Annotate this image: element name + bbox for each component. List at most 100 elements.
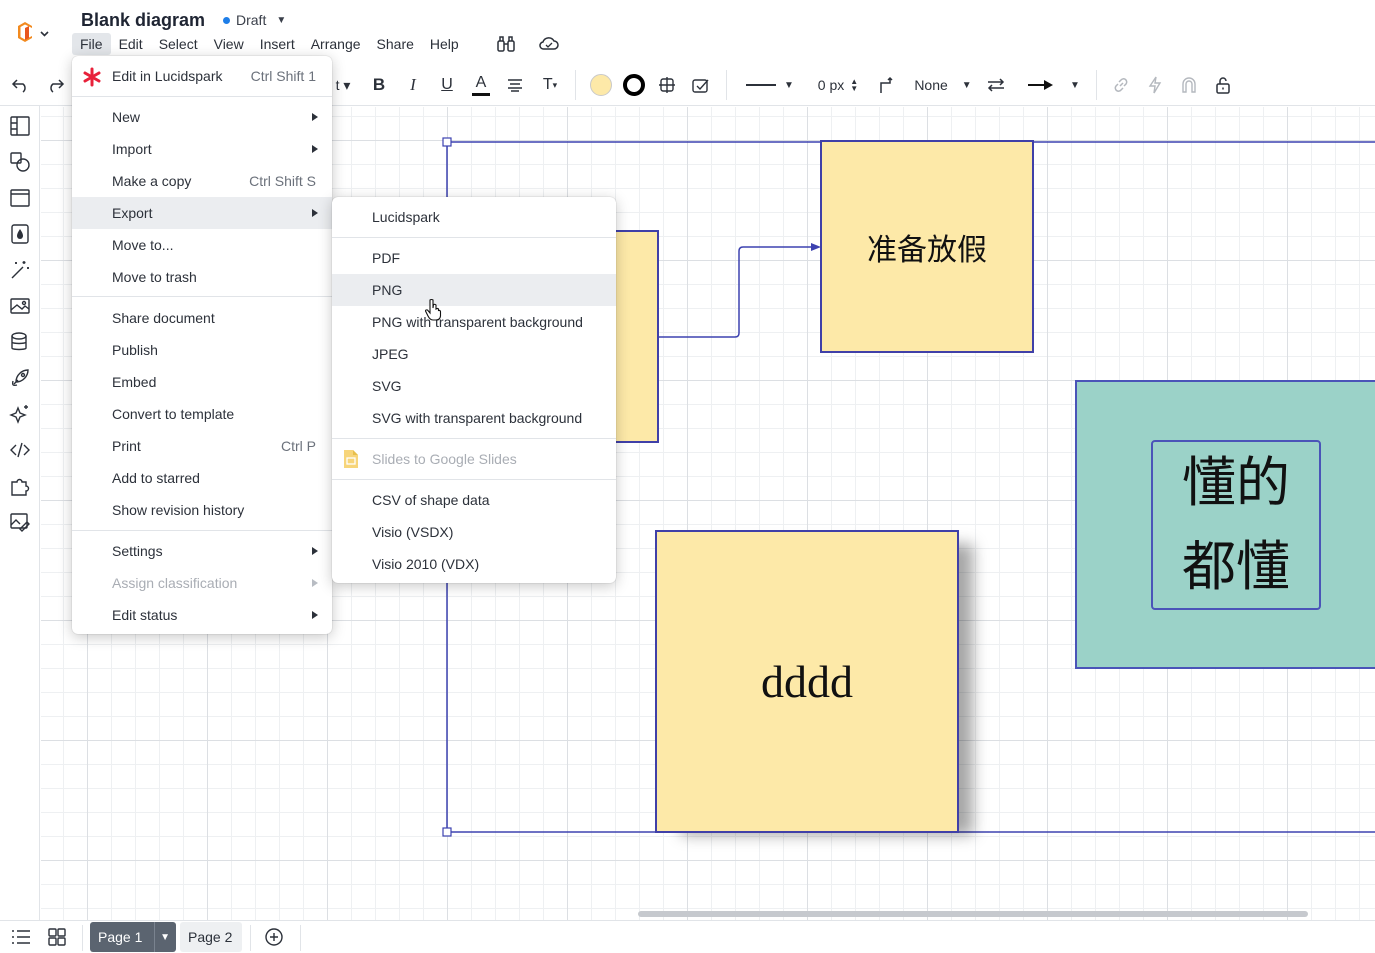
export-item-jpeg[interactable]: JPEG <box>332 338 616 370</box>
export-item-vsdx[interactable]: Visio (VSDX) <box>332 516 616 548</box>
menu-file[interactable]: File <box>72 33 111 55</box>
shapes-icon[interactable] <box>8 150 32 174</box>
horizontal-scrollbar[interactable] <box>638 911 1308 917</box>
menu-item-settings[interactable]: Settings <box>72 535 332 567</box>
rocket-icon[interactable] <box>8 366 32 390</box>
bold-icon[interactable]: B <box>368 64 390 106</box>
add-page-icon[interactable] <box>264 927 284 947</box>
fill-color-swatch[interactable] <box>588 64 614 106</box>
sticky-note-vacation[interactable]: 准备放假 <box>820 140 1034 353</box>
lock-icon[interactable] <box>1212 64 1234 106</box>
text-color-icon[interactable]: A <box>470 64 492 106</box>
document-title[interactable]: Blank diagram <box>81 10 205 31</box>
submenu-arrow-icon <box>312 611 318 619</box>
menu-separator <box>72 296 332 297</box>
teal-container-shape[interactable]: 懂的 都懂 <box>1075 380 1375 669</box>
menu-item-add-to-starred[interactable]: Add to starred <box>72 462 332 494</box>
endpoint-start-dropdown[interactable]: None ▼ <box>910 64 976 106</box>
export-item-png-transparent[interactable]: PNG with transparent background <box>332 306 616 338</box>
page-bar-divider <box>300 925 301 951</box>
underline-icon[interactable]: U <box>436 64 458 106</box>
export-item-lucidspark[interactable]: Lucidspark <box>332 201 616 233</box>
style-panel-icon[interactable] <box>689 64 713 106</box>
menu-item-make-a-copy[interactable]: Make a copy Ctrl Shift S <box>72 165 332 197</box>
menu-share[interactable]: Share <box>369 33 422 55</box>
layout-panel-icon[interactable] <box>8 114 32 138</box>
sparkle-ai-icon[interactable] <box>8 402 32 426</box>
line-style-dropdown[interactable]: ▼ <box>742 64 798 106</box>
grid-view-icon[interactable] <box>47 928 67 946</box>
submenu-arrow-icon <box>312 113 318 121</box>
export-item-png[interactable]: PNG <box>332 274 616 306</box>
export-item-vdx[interactable]: Visio 2010 (VDX) <box>332 548 616 580</box>
menu-item-assign-classification: Assign classification <box>72 567 332 599</box>
tab-page-2[interactable]: Page 2 <box>180 922 242 952</box>
cloud-sync-icon[interactable] <box>538 34 560 54</box>
italic-icon[interactable]: I <box>402 64 424 106</box>
shape-options-icon[interactable] <box>655 64 679 106</box>
binoculars-icon[interactable] <box>495 34 517 54</box>
menu-item-move-to[interactable]: Move to... <box>72 229 332 261</box>
toolbar-divider <box>575 70 576 100</box>
align-center-icon[interactable] <box>504 64 526 106</box>
menu-label: Edit in Lucidspark <box>112 68 223 84</box>
endpoint-end-dropdown[interactable]: ▼ <box>1020 64 1086 106</box>
line-shape-icon[interactable] <box>876 64 900 106</box>
document-status[interactable]: Draft ▼ <box>223 12 286 28</box>
export-item-svg-transparent[interactable]: SVG with transparent background <box>332 402 616 434</box>
menu-item-share-document[interactable]: Share document <box>72 302 332 334</box>
menu-label: Print <box>112 438 141 454</box>
menu-item-convert-to-template[interactable]: Convert to template <box>72 398 332 430</box>
export-item-csv[interactable]: CSV of shape data <box>332 484 616 516</box>
code-icon[interactable] <box>8 438 32 462</box>
menu-item-move-to-trash[interactable]: Move to trash <box>72 261 332 293</box>
frame-icon[interactable] <box>8 186 32 210</box>
menu-item-import[interactable]: Import <box>72 133 332 165</box>
export-item-pdf[interactable]: PDF <box>332 242 616 274</box>
toolbar-divider <box>1096 70 1097 100</box>
border-color-swatch[interactable] <box>621 64 647 106</box>
chevron-down-icon[interactable]: ▼ <box>160 932 170 943</box>
menu-item-new[interactable]: New <box>72 101 332 133</box>
page-bar-divider <box>82 925 83 951</box>
menu-edit[interactable]: Edit <box>111 33 151 55</box>
font-dropdown-partial[interactable]: t ▾ <box>332 64 354 106</box>
list-view-icon[interactable] <box>10 928 32 946</box>
menu-item-show-revision-history[interactable]: Show revision history <box>72 494 332 526</box>
menu-label: Publish <box>112 342 158 358</box>
database-icon[interactable] <box>8 330 32 354</box>
menu-select[interactable]: Select <box>151 33 206 55</box>
link-icon[interactable] <box>1110 64 1132 106</box>
undo-icon[interactable] <box>8 64 34 106</box>
menu-item-print[interactable]: Print Ctrl P <box>72 430 332 462</box>
menu-label: New <box>112 109 141 125</box>
teal-text-box[interactable]: 懂的 都懂 <box>1151 440 1321 610</box>
left-tool-rail <box>0 106 40 920</box>
sticky-note-dddd[interactable]: dddd <box>655 530 959 833</box>
image-icon[interactable] <box>8 294 32 318</box>
swap-endpoints-icon[interactable] <box>984 64 1008 106</box>
image-edit-icon[interactable] <box>8 510 32 534</box>
line-width-input[interactable]: 0 px ▲ ▼ <box>812 64 864 106</box>
menu-item-publish[interactable]: Publish <box>72 334 332 366</box>
magnet-icon[interactable] <box>1178 64 1200 106</box>
menu-insert[interactable]: Insert <box>252 33 303 55</box>
puzzle-icon[interactable] <box>8 474 32 498</box>
fill-drop-icon[interactable] <box>8 222 32 246</box>
menu-item-edit-in-lucidspark[interactable]: Edit in Lucidspark Ctrl Shift 1 <box>72 60 332 92</box>
menu-item-edit-status[interactable]: Edit status <box>72 599 332 631</box>
lightning-icon[interactable] <box>1144 64 1166 106</box>
redo-icon[interactable] <box>42 64 68 106</box>
menu-arrange[interactable]: Arrange <box>303 33 369 55</box>
menu-help[interactable]: Help <box>422 33 467 55</box>
lucid-logo-button[interactable] <box>14 20 54 46</box>
export-item-svg[interactable]: SVG <box>332 370 616 402</box>
menu-item-embed[interactable]: Embed <box>72 366 332 398</box>
tab-page-1[interactable]: Page 1 ▼ <box>90 922 176 952</box>
page-2-label: Page 2 <box>188 929 233 945</box>
page-bar: Page 1 ▼ Page 2 <box>0 920 1375 953</box>
menu-view[interactable]: View <box>206 33 252 55</box>
menu-item-export[interactable]: Export <box>72 197 332 229</box>
magic-wand-icon[interactable] <box>8 258 32 282</box>
text-size-icon[interactable]: T ▾ <box>538 64 562 106</box>
